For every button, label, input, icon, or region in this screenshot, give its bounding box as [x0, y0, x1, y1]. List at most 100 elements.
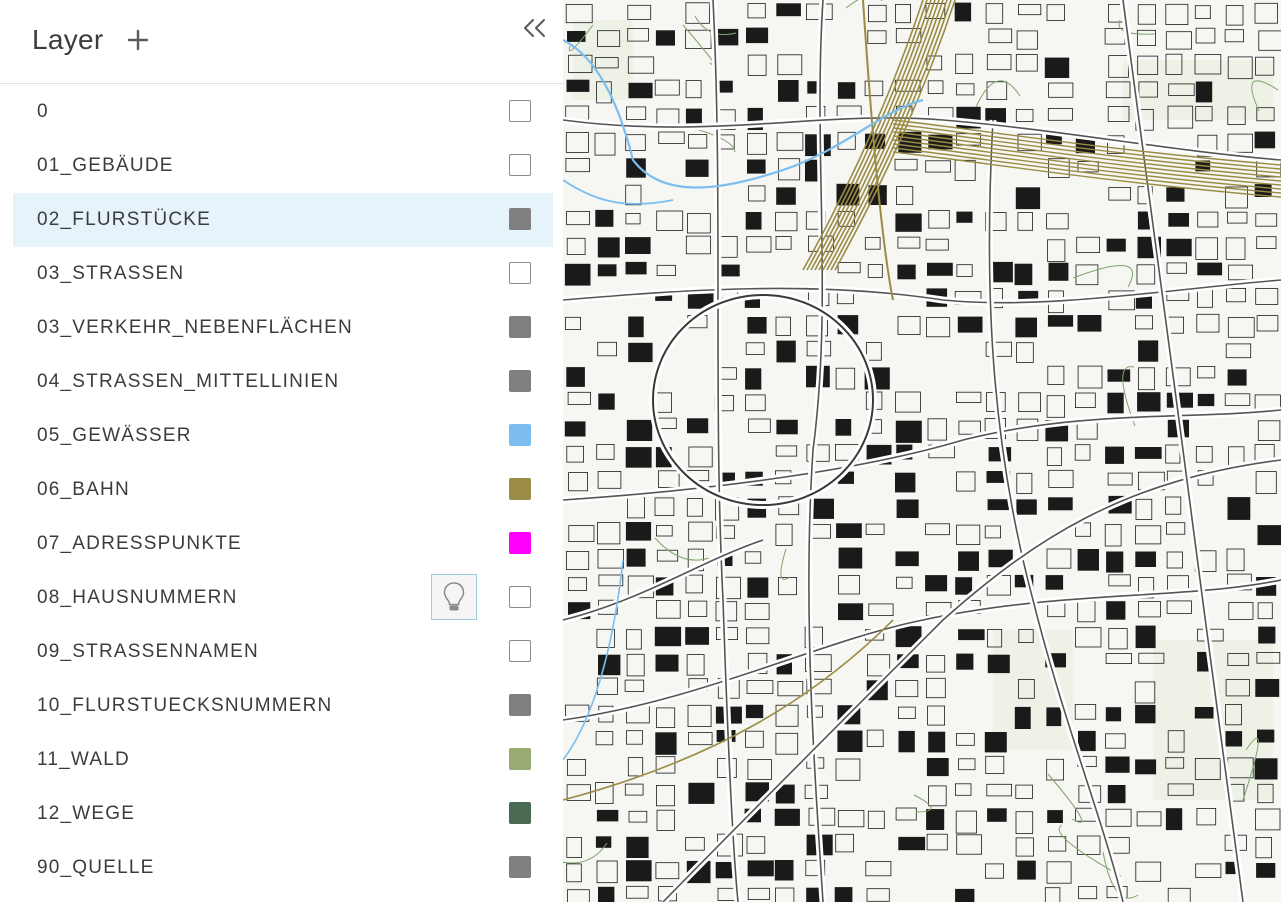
building-block [928, 731, 946, 753]
layer-name: 03_VERKEHR_NEBENFLÄCHEN [37, 317, 353, 338]
layer-row[interactable]: 03_VERKEHR_NEBENFLÄCHEN [13, 301, 553, 355]
building-block [655, 732, 677, 755]
layer-row[interactable]: 12_WEGE [13, 787, 553, 841]
building-block [987, 499, 1010, 511]
map-view[interactable] [563, 0, 1281, 902]
layer-row[interactable]: 01_GEBÄUDE [13, 139, 553, 193]
building-block [1017, 860, 1036, 880]
building-block [745, 704, 764, 719]
building-block [896, 499, 919, 518]
building-block [958, 629, 985, 641]
building-block [774, 808, 800, 826]
building-block [1107, 369, 1131, 382]
building-block [566, 79, 590, 92]
building-block [1258, 626, 1276, 644]
building-block [687, 418, 709, 434]
building-block [717, 28, 739, 46]
building-block [1014, 706, 1031, 729]
building-block [925, 575, 948, 592]
layer-color-swatch[interactable] [509, 208, 531, 230]
layer-row[interactable]: 07_ADRESSPUNKTE [13, 517, 553, 571]
building-block [567, 30, 586, 42]
building-block [626, 860, 652, 882]
layer-color-swatch[interactable] [509, 640, 531, 662]
layer-name: 12_WEGE [37, 803, 136, 824]
building-block [926, 809, 945, 831]
layer-color-swatch[interactable] [509, 370, 531, 392]
building-block [1105, 756, 1130, 773]
building-block [655, 30, 676, 46]
building-block [1015, 317, 1037, 338]
building-block [1227, 497, 1251, 520]
building-block [956, 211, 973, 223]
layer-color-swatch[interactable] [509, 154, 531, 176]
building-block [1078, 730, 1096, 752]
layer-name: 04_STRASSEN_MITTELLINIEN [37, 371, 340, 392]
city-map[interactable] [563, 0, 1281, 902]
building-block [595, 209, 614, 227]
layer-row[interactable]: 90_QUELLE [13, 841, 553, 895]
layer-color-swatch[interactable] [509, 802, 531, 824]
building-block [747, 577, 769, 598]
building-block [1047, 810, 1063, 824]
building-block [776, 419, 798, 435]
layer-color-swatch[interactable] [509, 262, 531, 284]
building-block [1106, 238, 1126, 252]
layer-name: 09_STRASSENNAMEN [37, 641, 259, 662]
layer-row[interactable]: 11_WALD [13, 733, 553, 787]
layer-name: 05_GEWÄSSER [37, 425, 192, 446]
building-block [598, 393, 615, 410]
layer-color-swatch[interactable] [509, 478, 531, 500]
building-block [1107, 785, 1126, 804]
building-block [685, 159, 709, 177]
building-block [1256, 863, 1276, 878]
layer-name: 01_GEBÄUDE [37, 155, 174, 176]
building-block [625, 237, 651, 255]
building-block [1257, 525, 1281, 546]
toggle-visibility-button[interactable] [431, 574, 477, 620]
layer-row[interactable]: 10_FLURSTUECKSNUMMERN [13, 679, 553, 733]
building-block [956, 653, 974, 670]
collapse-panel-button[interactable] [518, 14, 550, 42]
layer-name: 08_HAUSNUMMERN [37, 587, 238, 608]
layer-row[interactable]: 06_BAHN [13, 463, 553, 517]
layer-row[interactable]: 09_STRASSENNAMEN [13, 625, 553, 679]
layer-color-swatch[interactable] [509, 532, 531, 554]
layer-name: 03_STRASSEN [37, 263, 185, 284]
layer-row[interactable]: 0 [13, 85, 553, 139]
layer-row[interactable]: 03_STRASSEN [13, 247, 553, 301]
layer-color-swatch[interactable] [509, 856, 531, 878]
building-block [837, 82, 856, 99]
lightbulb-icon [443, 582, 465, 611]
building-block [564, 263, 591, 286]
building-block [895, 420, 922, 443]
layer-color-swatch[interactable] [509, 100, 531, 122]
add-layer-button[interactable] [124, 26, 152, 54]
layer-color-swatch[interactable] [509, 748, 531, 770]
building-block [1166, 187, 1185, 202]
building-block [776, 187, 796, 205]
layer-color-swatch[interactable] [509, 694, 531, 716]
layer-row[interactable]: 08_HAUSNUMMERN [13, 571, 553, 625]
building-block [596, 809, 619, 822]
building-block [987, 808, 1007, 822]
building-block [1107, 392, 1124, 414]
building-block [626, 836, 649, 859]
layer-row[interactable]: 02_FLURSTÜCKE [13, 193, 553, 247]
layer-color-swatch[interactable] [509, 316, 531, 338]
building-block [958, 551, 980, 571]
layer-row[interactable]: 05_GEWÄSSER [13, 409, 553, 463]
layer-color-swatch[interactable] [509, 586, 531, 608]
layer-row[interactable]: 04_STRASSEN_MITTELLINIEN [13, 355, 553, 409]
building-block [1045, 575, 1064, 590]
building-block [1254, 131, 1276, 149]
building-block [898, 836, 926, 851]
building-block [834, 887, 853, 902]
building-block [955, 577, 973, 595]
building-block [626, 158, 646, 178]
building-block [897, 264, 916, 280]
layer-color-swatch[interactable] [509, 424, 531, 446]
building-block [1106, 551, 1124, 573]
building-block [926, 262, 953, 276]
building-block [1047, 315, 1074, 327]
